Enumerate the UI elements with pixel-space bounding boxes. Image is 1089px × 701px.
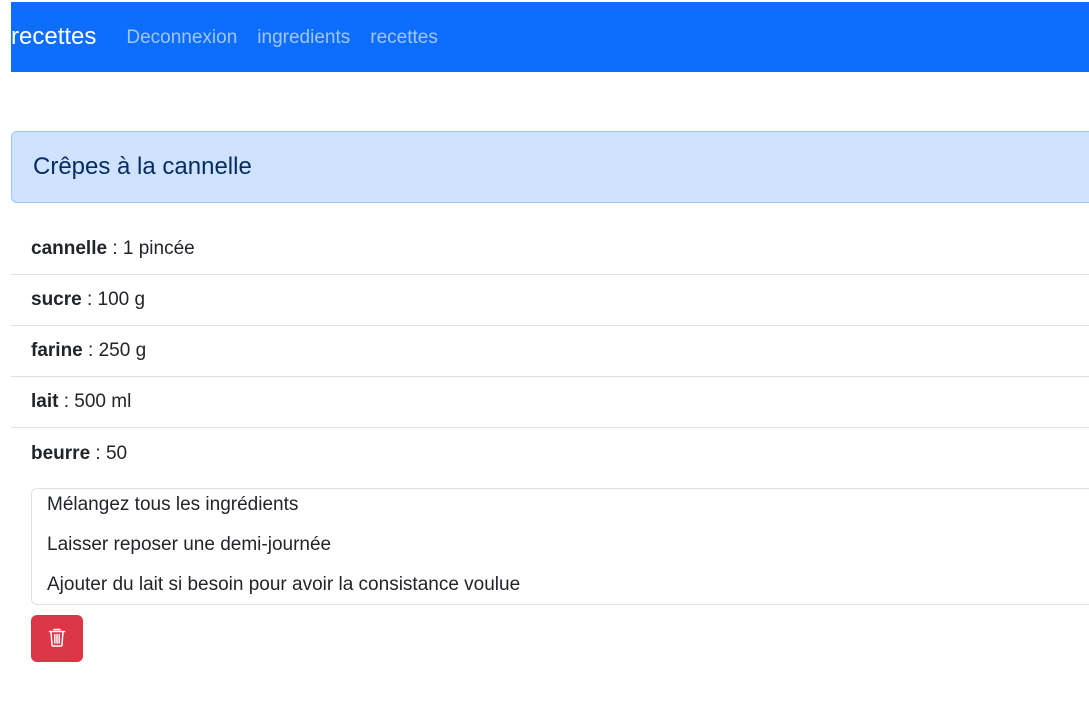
recipe-title-card: Crêpes à la cannelle <box>11 131 1089 203</box>
ingredient-name: lait <box>31 391 59 412</box>
ingredient-quantity: : 500 ml <box>58 391 132 412</box>
delete-button[interactable] <box>31 615 83 662</box>
ingredient-quantity: : 250 g <box>82 340 147 361</box>
ingredient-list: cannelle : 1 pincée sucre : 100 g farine… <box>11 224 1089 479</box>
ingredient-quantity: : 50 <box>90 442 128 464</box>
steps-list: Mélangez tous les ingrédients Laisser re… <box>31 488 1089 605</box>
ingredient-name: beurre <box>31 442 91 464</box>
step-item: Ajouter du lait si besoin pour avoir la … <box>47 574 521 595</box>
ingredient-item: sucre : 100 g <box>11 275 1089 326</box>
step-item: Mélangez tous les ingrédients <box>47 494 299 515</box>
ingredient-name: cannelle <box>31 238 108 259</box>
ingredient-item: farine : 250 g <box>11 326 1089 377</box>
recipe-title: Crêpes à la cannelle <box>33 153 252 180</box>
ingredient-name: farine <box>31 340 83 361</box>
nav-link-recettes[interactable]: recettes <box>370 28 438 47</box>
ingredient-quantity: : 1 pincée <box>107 238 195 259</box>
navbar-brand[interactable]: recettes <box>11 25 96 49</box>
nav-link-ingredients[interactable]: ingredients <box>257 28 350 47</box>
ingredient-item: lait : 500 ml <box>11 377 1089 428</box>
ingredient-quantity: : 100 g <box>81 289 146 310</box>
navbar: recettes Deconnexion ingredients recette… <box>11 2 1089 72</box>
nav-link-deconnexion[interactable]: Deconnexion <box>126 28 237 47</box>
ingredient-item: beurre : 50 <box>11 428 1089 479</box>
step-item: Laisser reposer une demi-journée <box>47 534 332 555</box>
ingredient-name: sucre <box>31 289 82 310</box>
trash-icon <box>48 627 66 650</box>
ingredient-item: cannelle : 1 pincée <box>11 224 1089 275</box>
